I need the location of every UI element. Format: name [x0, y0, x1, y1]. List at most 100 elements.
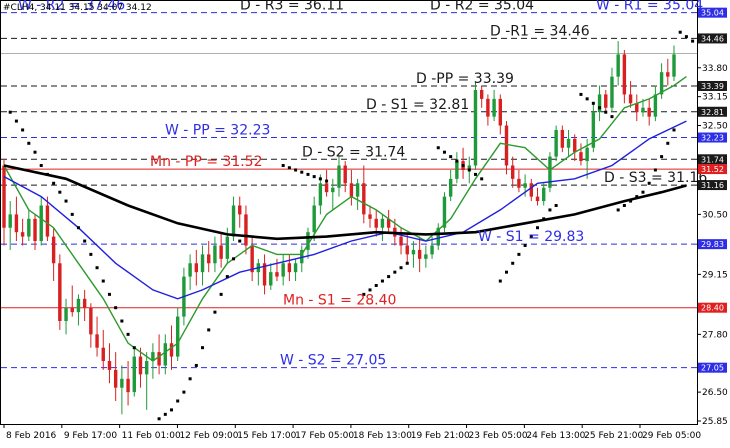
candle-body: [120, 378, 124, 388]
sar-dot: [120, 319, 124, 323]
candle-body: [343, 165, 347, 184]
symbol-label: #CLH4, 34.11 34.15 34.07 34.12: [3, 3, 152, 13]
candle-body: [430, 245, 434, 255]
x-tick-label: 9 Feb 17:00: [64, 431, 118, 441]
candle-body: [622, 54, 627, 95]
candle-body: [548, 156, 552, 188]
x-tick-label: 11 Feb 01:00: [122, 431, 181, 441]
sar-dot: [33, 150, 37, 154]
sar-dot: [163, 412, 167, 416]
level-label: W - R1 = 35.04: [596, 0, 703, 14]
x-tick-label: 8 Feb 2016: [6, 431, 57, 441]
candle-body: [231, 205, 236, 237]
candle-body: [616, 54, 620, 77]
y-tick-label: 33.15: [702, 93, 728, 103]
candle-body: [144, 361, 149, 375]
level-label: D - S3 = 31.16: [604, 170, 707, 186]
y-tick-label: 25.85: [702, 417, 728, 427]
sar-dot: [21, 128, 25, 132]
sar-dot: [511, 261, 515, 265]
candle-body: [244, 214, 248, 246]
sar-dot: [548, 208, 552, 212]
candle-body: [647, 107, 651, 117]
candle-body: [58, 263, 62, 322]
sar-dot: [393, 270, 397, 274]
candle-body: [188, 263, 192, 277]
candle-body: [14, 214, 19, 233]
candle-body: [169, 343, 174, 357]
candle-body: [560, 129, 565, 148]
sar-dot: [405, 261, 409, 265]
candle-body: [2, 165, 6, 228]
x-tick-label: 12 Feb 09:00: [179, 431, 238, 441]
price-tag-text: 31.74: [701, 155, 724, 164]
sar-dot: [312, 175, 316, 179]
price-chart: W - R2 = 37.46 W - R1 = 35.04 D - R3 = 36.…: [0, 0, 730, 444]
level-label: D - S2 = 31.74: [302, 144, 405, 160]
sar-dot: [436, 146, 440, 150]
sar-dot: [641, 190, 645, 194]
sar-dot: [232, 257, 236, 261]
sar-dot: [182, 390, 186, 394]
candle-body: [492, 98, 496, 117]
candle-body: [287, 263, 292, 273]
candle-body: [281, 263, 285, 277]
candle-body: [635, 103, 639, 113]
sar-dot: [461, 164, 465, 168]
sar-dot: [194, 363, 198, 367]
sar-dot: [219, 292, 223, 296]
candle-body: [523, 183, 527, 188]
sar-dot: [380, 279, 384, 283]
candle-body: [82, 298, 87, 308]
candle-body: [535, 196, 540, 202]
chart-canvas: W - R2 = 37.46 W - R1 = 35.04D - R3 = 36.…: [0, 0, 730, 444]
price-tag-text: 29.83: [701, 240, 724, 249]
sar-dot: [591, 101, 595, 105]
candle-body: [411, 249, 416, 255]
candle-body: [113, 369, 118, 388]
sar-dot: [201, 346, 205, 350]
candle-body: [510, 165, 515, 179]
candle-body: [554, 129, 558, 157]
sar-dot: [678, 30, 682, 34]
sar-dot: [517, 252, 521, 256]
x-tick-label: 17 Feb 05:00: [295, 431, 354, 441]
candle-body: [417, 249, 422, 259]
candle-body: [76, 298, 81, 313]
sar-dot: [498, 279, 502, 283]
sar-dot: [325, 179, 329, 183]
sar-dot: [442, 150, 446, 154]
candle-body: [424, 254, 428, 259]
candle-body: [200, 254, 205, 273]
candle-body: [275, 272, 279, 277]
candle-body: [362, 183, 366, 215]
x-tick-label: 19 Feb 21:00: [411, 431, 470, 441]
level-label: Mn - PP = 31.52: [150, 154, 263, 170]
candle-body: [225, 236, 230, 259]
sar-dot: [95, 266, 99, 270]
y-tick-label: 32.50: [702, 122, 728, 132]
candle-body: [349, 183, 354, 197]
candle-body: [64, 307, 68, 322]
sar-dot: [107, 292, 111, 296]
candle-body: [486, 98, 490, 117]
candle-body: [337, 165, 341, 188]
sar-dot: [473, 172, 477, 176]
candle-body: [610, 76, 614, 108]
sar-dot: [368, 288, 372, 292]
candle-body: [95, 334, 99, 348]
x-tick-label: 23 Feb 05:00: [469, 431, 528, 441]
candle-body: [194, 263, 199, 273]
candle-body: [107, 361, 112, 370]
sar-dot: [64, 199, 68, 203]
sar-dot: [585, 97, 589, 101]
candle-body: [374, 218, 378, 228]
candle-body: [70, 307, 74, 313]
candle-body: [517, 178, 521, 188]
candle-body: [269, 272, 273, 286]
sar-dot: [505, 270, 508, 274]
candle-body: [542, 187, 546, 202]
candle-body: [8, 214, 12, 228]
candle-body: [51, 236, 56, 264]
price-tag-text: 27.05: [701, 364, 724, 373]
